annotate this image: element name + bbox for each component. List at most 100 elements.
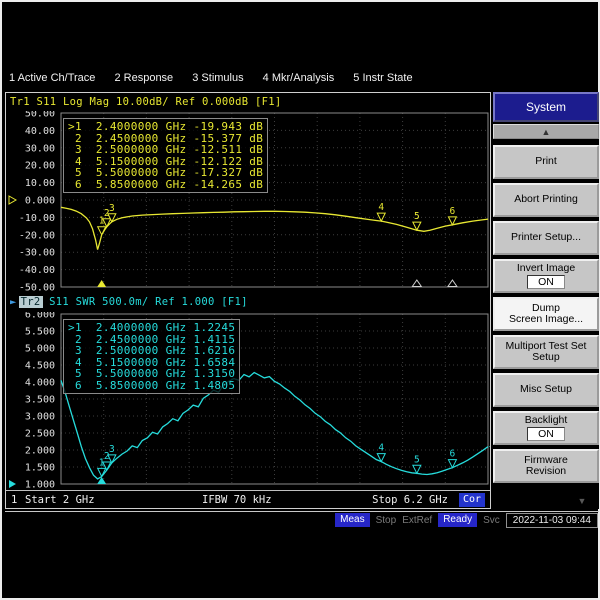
marker-row: 5 5.5000000 GHz 1.3150 [68,367,236,380]
marker-row: >1 2.4000000 GHz -19.943 dB [68,120,264,133]
softkey-multiport-test-set-setup[interactable]: Multiport Test Set Setup [493,335,599,369]
y-axis-tick-label: 2.500 [25,429,55,440]
softkey-firmware-revision[interactable]: Firmware Revision [493,449,599,483]
datetime-display: 2022-11-03 09:44 [505,512,598,528]
softkey-print[interactable]: Print [493,145,599,179]
y-axis-tick-label: -10.00 [19,213,55,224]
marker-number-label: 3 [109,203,115,214]
marker-number-label: 6 [450,449,456,460]
marker-row: >1 2.4000000 GHz 1.2245 [68,321,236,334]
softkey-menu-title[interactable]: System [493,92,599,122]
marker-number-label: 6 [450,206,456,217]
marker-number-label: 5 [414,211,420,222]
marker-row: 3 2.5000000 GHz 1.6216 [68,344,236,357]
stimulus-bar: 1 Start 2 GHz IFBW 70 kHz Stop 6.2 GHz C… [6,490,490,509]
trace1-marker-table: >1 2.4000000 GHz -19.943 dB 2 2.4500000 … [63,118,269,193]
trace2-header[interactable]: ► Tr2 S11 SWR 500.0m/ Ref 1.000 [F1] [10,296,248,308]
marker-number-label: 4 [378,202,384,213]
marker-triangle-icon [412,464,422,475]
y-axis-tick-label: 30.00 [25,143,55,154]
softkey-printer-setup[interactable]: Printer Setup... [493,221,599,255]
marker-number-label: 3 [109,444,115,455]
y-axis-tick-label: -40.00 [19,265,55,276]
y-axis-tick-label: 1.500 [25,463,55,474]
y-axis-tick-label: 10.00 [25,178,55,189]
marker-number-label: 5 [414,454,420,465]
svc-status-label: Svc [483,514,500,526]
softkey-state-value: ON [527,427,565,442]
softkey-scroll-down-button[interactable]: ▼ [569,494,595,507]
softkey-state-value: ON [527,275,565,290]
y-axis-tick-label: -20.00 [19,230,55,241]
trace1-label: Tr1 [10,96,30,108]
softkey-panel: System ▲ Print Abort Printing Printer Setu… [493,92,599,509]
y-axis-tick-label: 3.500 [25,395,55,406]
meas-status-badge: Meas [335,513,370,527]
softkey-label: Printer Setup... [510,231,582,244]
softkey-label: Misc Setup [520,383,572,396]
y-axis-tick-label: 50.00 [25,111,55,120]
reference-level-pointer-icon [8,195,18,205]
correction-badge: Cor [458,493,485,507]
up-arrow-icon: ▲ [541,126,551,137]
y-axis-tick-label: 6.000 [25,312,55,321]
marker-triangle-icon [376,212,387,223]
y-axis-tick-label: 40.00 [25,126,55,137]
y-axis-tick-label: 2.000 [25,446,55,457]
menu-mkr-analysis[interactable]: 4 Mkr/Analysis [263,72,335,84]
y-axis-tick-label: 20.00 [25,161,55,172]
marker-row: 3 2.5000000 GHz -12.511 dB [68,143,264,156]
softkey-dump-screen-image[interactable]: Dump Screen Image... [493,297,599,331]
start-frequency[interactable]: Start 2 GHz [25,494,95,506]
marker-stimulus-icon [411,279,423,287]
menu-stimulus[interactable]: 3 Stimulus [192,72,243,84]
ready-status-badge: Ready [438,513,478,527]
stop-status-label: Stop [375,514,397,526]
menu-response[interactable]: 2 Response [114,72,173,84]
stop-frequency[interactable]: Stop 6.2 GHz [372,494,448,506]
softkey-misc-setup[interactable]: Misc Setup [493,373,599,407]
y-axis-tick-label: 0.000 [25,196,55,207]
y-axis-tick-label: 5.000 [25,344,55,355]
softkey-invert-image[interactable]: Invert Image ON [493,259,599,293]
menu-instr-state[interactable]: 5 Instr State [353,72,412,84]
y-axis-tick-label: 4.000 [25,378,55,389]
y-axis-tick-label: 3.000 [25,412,55,423]
marker-row: 6 5.8500000 GHz 1.4805 [68,378,236,392]
softkey-label: Backlight [524,413,568,426]
trace2-params: S11 SWR 500.0m/ Ref 1.000 [F1] [49,296,248,308]
trace-level-pointer-icon [489,446,490,448]
trace2-label: Tr2 [18,296,43,308]
reference-level-pointer-icon [9,480,16,488]
softkey-label: Invert Image [516,261,576,274]
marker-stimulus-icon [446,279,458,287]
trace1-header[interactable]: Tr1 S11 Log Mag 10.00dB/ Ref 0.000dB [F1… [10,96,282,108]
y-axis-tick-label: -50.00 [19,283,55,292]
menu-active-ch-trace[interactable]: 1 Active Ch/Trace [9,72,95,84]
softkey-label: Abort Printing [514,193,578,206]
softkey-list: Print Abort Printing Printer Setup... Inver… [493,145,599,483]
active-trace-pointer-icon: ► [10,296,17,308]
active-marker-stimulus-icon [97,280,107,287]
trace1-params: S11 Log Mag 10.00dB/ Ref 0.000dB [F1] [36,96,282,108]
softkey-label: Setup [532,351,560,363]
ifbw-value[interactable]: IFBW 70 kHz [202,494,272,506]
softkey-label: Revision [525,465,567,477]
marker-row: 5 5.5000000 GHz -17.327 dB [68,166,264,179]
marker-row: 6 5.8500000 GHz -14.265 dB [68,177,264,191]
extref-status-label: ExtRef [402,514,433,526]
y-axis-tick-label: 4.500 [25,361,55,372]
channel-number: 1 [11,494,18,506]
softkey-label: Screen Image... [508,313,584,325]
softkey-backlight[interactable]: Backlight ON [493,411,599,445]
y-axis-tick-label: -30.00 [19,248,55,259]
softkey-scroll-up-button[interactable]: ▲ [493,124,599,139]
menu-bar: 1 Active Ch/Trace 2 Response 3 Stimulus … [9,72,429,88]
marker-number-label: 4 [378,443,384,454]
instrument-status-bar: Meas Stop ExtRef Ready Svc 2022-11-03 09… [5,511,599,528]
softkey-abort-printing[interactable]: Abort Printing [493,183,599,217]
y-axis-tick-label: 5.500 [25,327,55,338]
y-axis-tick-label: 1.000 [25,480,55,489]
softkey-label: Print [535,155,557,168]
trace2-marker-table: >1 2.4000000 GHz 1.2245 2 2.4500000 GHz … [63,319,241,394]
